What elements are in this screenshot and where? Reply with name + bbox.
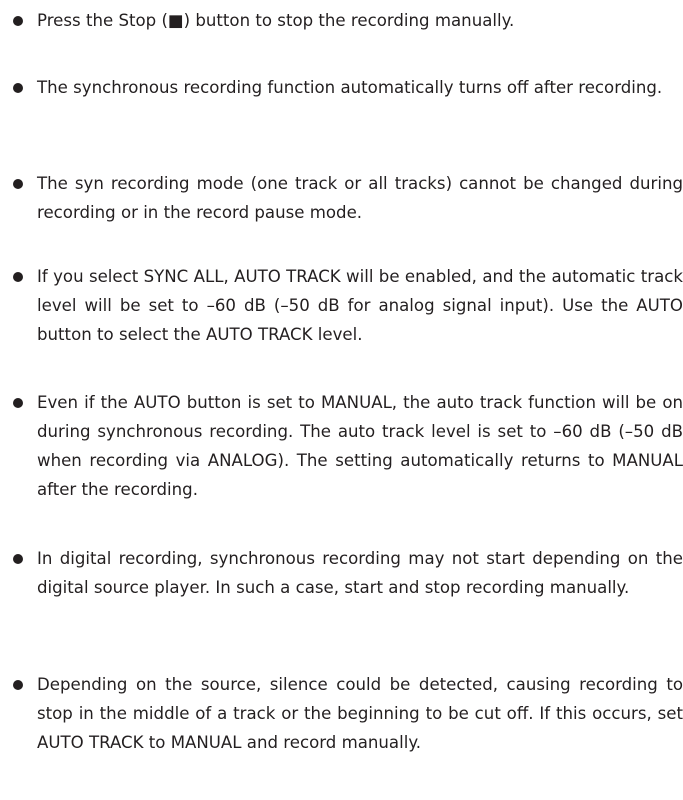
note-item: If you select SYNC ALL, AUTO TRACK will …	[13, 262, 683, 349]
note-item: The synchronous recording function autom…	[13, 73, 683, 102]
note-text: The synchronous recording function autom…	[37, 78, 663, 97]
note-text: If you select SYNC ALL, AUTO TRACK will …	[37, 267, 683, 344]
note-item: Even if the AUTO button is set to MANUAL…	[13, 388, 683, 504]
note-item: In digital recording, synchronous record…	[13, 544, 683, 602]
bullet-icon	[13, 16, 23, 26]
bullet-icon	[13, 398, 23, 408]
note-text: Press the Stop (■) button to stop the re…	[37, 11, 515, 30]
note-text: Depending on the source, silence could b…	[37, 675, 683, 752]
bullet-icon	[13, 179, 23, 189]
note-text: In digital recording, synchronous record…	[37, 549, 683, 597]
note-item: Press the Stop (■) button to stop the re…	[13, 6, 683, 35]
note-text: The syn recording mode (one track or all…	[37, 174, 683, 222]
bullet-icon	[13, 680, 23, 690]
manual-page: { "notes": [ {"text": "Press the Stop (■…	[0, 0, 683, 800]
bullet-icon	[13, 272, 23, 282]
bullet-icon	[13, 83, 23, 93]
note-text: Even if the AUTO button is set to MANUAL…	[37, 393, 683, 499]
note-item: Depending on the source, silence could b…	[13, 670, 683, 757]
note-item: The syn recording mode (one track or all…	[13, 169, 683, 227]
bullet-icon	[13, 554, 23, 564]
